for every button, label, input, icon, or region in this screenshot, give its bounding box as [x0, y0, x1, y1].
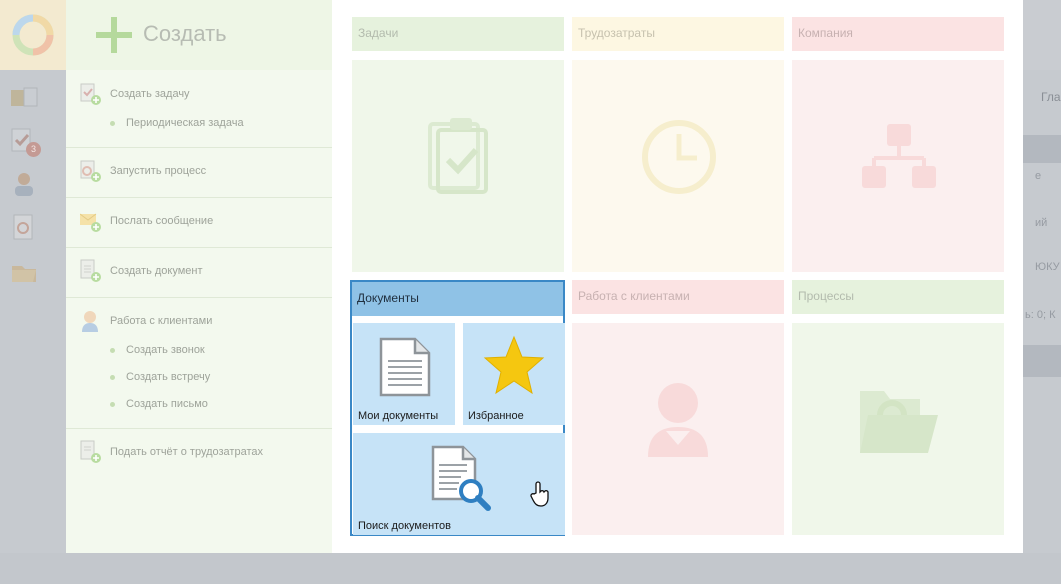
- logo-icon: [12, 0, 78, 70]
- bullet-icon: [110, 401, 115, 407]
- hand-cursor-icon: [530, 481, 549, 507]
- menu-item-label: Подать отчёт о трудозатратах: [110, 446, 263, 458]
- menu-subitem-label: Периодическая задача: [126, 117, 244, 129]
- inbox-icon: [11, 87, 38, 107]
- group-company-header[interactable]: Компания: [792, 17, 1004, 51]
- documents-icon: [13, 214, 33, 240]
- group-processes-header[interactable]: Процессы: [792, 280, 1004, 314]
- document-search-icon: [431, 445, 491, 511]
- divider: [66, 147, 332, 148]
- tile-label: Мои документы: [358, 410, 439, 422]
- divider: [66, 197, 332, 198]
- org-chart-icon: [862, 124, 936, 188]
- menu-item-labor-report[interactable]: Подать отчёт о трудозатратах: [80, 439, 263, 465]
- divider: [66, 297, 332, 298]
- group-documents-header[interactable]: Документы: [352, 282, 563, 316]
- app-sidebar: 3: [0, 0, 78, 584]
- bullet-icon: [110, 347, 115, 353]
- menu-subitem-label: Создать звонок: [126, 344, 205, 356]
- group-clients-header[interactable]: Работа с клиентами: [572, 280, 784, 314]
- menu-item-create-document[interactable]: Создать документ: [80, 258, 203, 284]
- group-documents: Документы Мои документы Избранное Поиск …: [350, 280, 565, 536]
- menu-item-label: Создать задачу: [110, 88, 190, 100]
- contacts-icon: [15, 173, 33, 196]
- app-footer-background: [0, 553, 1061, 584]
- folder-icon: [12, 266, 36, 282]
- bg-text: ь: 0; К: [1025, 309, 1056, 321]
- task-add-icon: [80, 83, 101, 105]
- menu-item-label: Работа с клиентами: [110, 315, 213, 327]
- plus-icon: [96, 17, 132, 53]
- tile-document-search[interactable]: Поиск документов: [353, 433, 565, 535]
- bg-text: ЮКУ: [1035, 261, 1060, 273]
- bullet-icon: [110, 120, 115, 126]
- menu-subitem-create-letter[interactable]: Создать письмо: [110, 395, 208, 413]
- menu-subitem-label: Создать встречу: [126, 371, 211, 383]
- group-labor-header[interactable]: Трудозатраты: [572, 17, 784, 51]
- task-count-badge: 3: [26, 142, 41, 157]
- main-tab[interactable]: Гла: [1041, 90, 1061, 104]
- menu-item-create-task[interactable]: Создать задачу: [80, 81, 190, 107]
- document-icon: [379, 337, 431, 397]
- group-clients-tile[interactable]: [572, 323, 784, 535]
- menu-item-label: Послать сообщение: [110, 215, 214, 227]
- document-add-icon: [80, 259, 101, 282]
- create-title: Создать: [143, 21, 227, 46]
- message-send-icon: [80, 213, 101, 232]
- clock-icon: [642, 120, 716, 194]
- app-logo[interactable]: [0, 0, 78, 70]
- divider: [66, 428, 332, 429]
- clipboard-check-icon: [428, 118, 488, 194]
- menu-item-client-work[interactable]: Работа с клиентами: [80, 308, 212, 334]
- group-tasks-tile[interactable]: [352, 60, 564, 272]
- menu-item-send-message[interactable]: Послать сообщение: [80, 208, 213, 234]
- menu-item-start-process[interactable]: Запустить процесс: [80, 158, 206, 184]
- star-icon: [483, 335, 545, 395]
- menu-subitem-label: Создать письмо: [126, 398, 208, 410]
- bg-text: е: [1035, 170, 1042, 182]
- bg-text: ий: [1035, 217, 1048, 229]
- client-person-icon: [648, 383, 708, 457]
- process-start-icon: [80, 160, 101, 182]
- app-main-background: Гла е ий ЮКУ ь: 0; К: [1023, 0, 1061, 584]
- client-icon: [82, 311, 98, 332]
- create-header[interactable]: Создать: [66, 0, 332, 70]
- folder-process-icon: [860, 391, 938, 453]
- menu-subitem-create-call[interactable]: Создать звонок: [110, 341, 205, 359]
- menu-item-label: Создать документ: [110, 265, 203, 277]
- menu-item-label: Запустить процесс: [110, 165, 207, 177]
- group-processes-tile[interactable]: [792, 323, 1004, 535]
- tile-label: Избранное: [468, 410, 524, 422]
- bullet-icon: [110, 374, 115, 380]
- create-popup: Создать Создать задачу Периодическая зад…: [66, 0, 1023, 553]
- divider: [66, 247, 332, 248]
- group-tasks-header[interactable]: Задачи: [352, 17, 564, 51]
- menu-subitem-periodic-task[interactable]: Периодическая задача: [110, 114, 244, 132]
- tile-favorites[interactable]: Избранное: [463, 323, 565, 425]
- tile-label: Поиск документов: [358, 520, 452, 532]
- group-labor-tile[interactable]: [572, 60, 784, 272]
- tile-my-documents[interactable]: Мои документы: [353, 323, 455, 425]
- menu-subitem-create-meeting[interactable]: Создать встречу: [110, 368, 210, 386]
- report-add-icon: [80, 440, 101, 463]
- create-panel: Создать Создать задачу Периодическая зад…: [66, 0, 332, 553]
- group-company-tile[interactable]: [792, 60, 1004, 272]
